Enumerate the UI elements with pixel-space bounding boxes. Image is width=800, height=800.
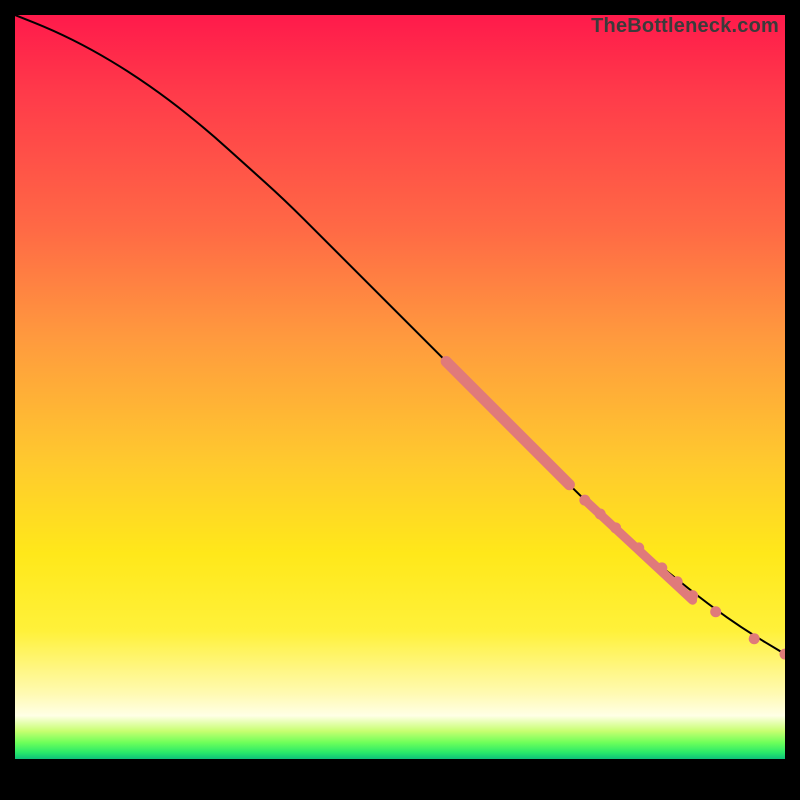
marker-dot bbox=[780, 649, 786, 660]
series-curve bbox=[15, 15, 785, 654]
chart-stage: TheBottleneck.com bbox=[0, 0, 800, 800]
watermark-text: TheBottleneck.com bbox=[591, 15, 779, 38]
chart-plot-area: TheBottleneck.com bbox=[15, 15, 785, 785]
marker-dot bbox=[579, 495, 590, 506]
marker-dense-segment bbox=[446, 362, 569, 485]
marker-sparse-segment bbox=[585, 500, 693, 600]
marker-dot bbox=[687, 590, 698, 601]
marker-dot bbox=[749, 633, 760, 644]
marker-dot bbox=[656, 562, 667, 573]
marker-dot bbox=[672, 576, 683, 587]
marker-dot bbox=[633, 542, 644, 553]
series-markers bbox=[446, 362, 785, 660]
chart-svg bbox=[15, 15, 785, 785]
marker-dot bbox=[610, 522, 621, 533]
marker-dot bbox=[595, 508, 606, 519]
marker-dot bbox=[710, 606, 721, 617]
